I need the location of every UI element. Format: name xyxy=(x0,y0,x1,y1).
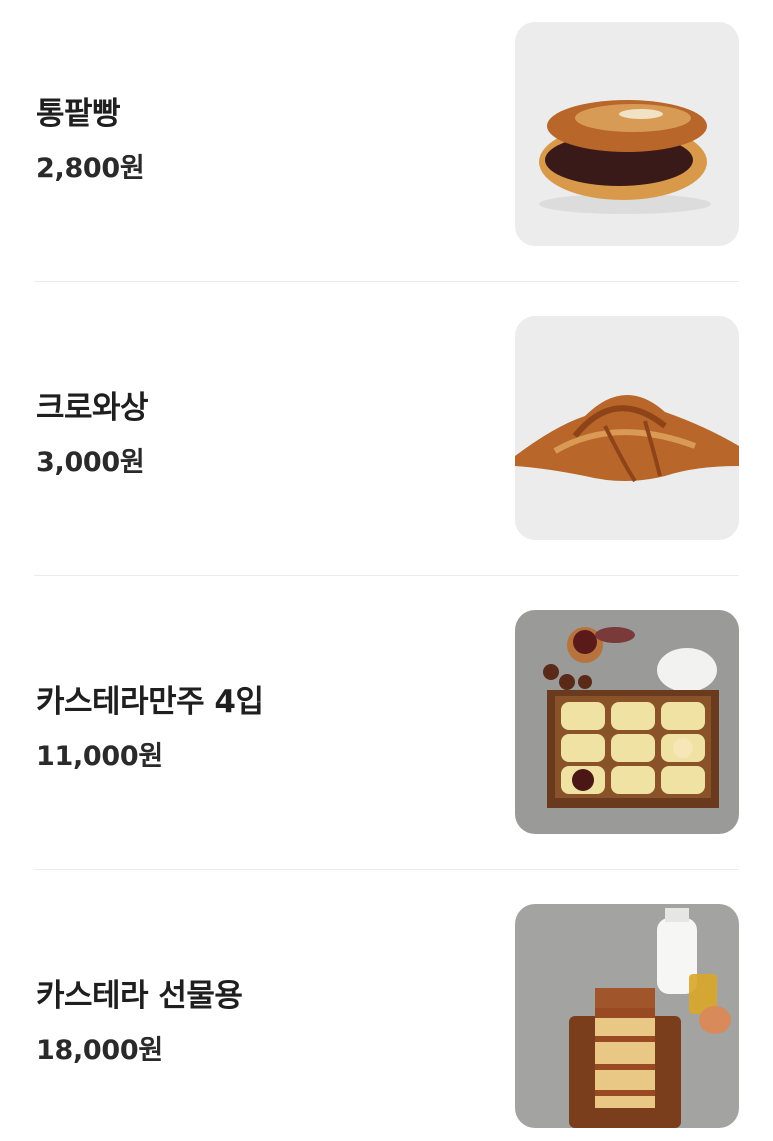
menu-item[interactable]: 카스테라 선물용 18,000원 xyxy=(0,882,773,1141)
castella-gift-photo[interactable] xyxy=(515,904,739,1128)
menu-item-name: 크로와상 xyxy=(36,390,149,426)
divider xyxy=(34,869,739,870)
menu-list: 통팥빵 2,800원 크로와상 3,000원 카스테라만주 4입 11,000원… xyxy=(0,0,773,1141)
divider xyxy=(34,575,739,576)
menu-item-price: 11,000원 xyxy=(36,741,163,772)
menu-item[interactable]: 통팥빵 2,800원 xyxy=(0,0,773,294)
menu-item-price: 2,800원 xyxy=(36,153,145,184)
menu-item-price: 18,000원 xyxy=(36,1035,163,1066)
red-bean-bread-image xyxy=(515,22,739,246)
menu-item[interactable]: 카스테라만주 4입 11,000원 xyxy=(0,588,773,882)
castella-manju-box-photo[interactable] xyxy=(515,610,739,834)
menu-item-name: 통팥빵 xyxy=(36,96,121,132)
menu-item-name: 카스테라 선물용 xyxy=(36,978,243,1014)
red-bean-bread-photo[interactable] xyxy=(515,22,739,246)
croissant-image xyxy=(515,316,739,540)
castella-gift-image xyxy=(515,904,739,1128)
castella-manju-box-image xyxy=(515,610,739,834)
menu-item-name: 카스테라만주 4입 xyxy=(36,684,264,720)
divider xyxy=(34,281,739,282)
menu-item-price: 3,000원 xyxy=(36,447,145,478)
menu-item[interactable]: 크로와상 3,000원 xyxy=(0,294,773,588)
croissant-photo[interactable] xyxy=(515,316,739,540)
